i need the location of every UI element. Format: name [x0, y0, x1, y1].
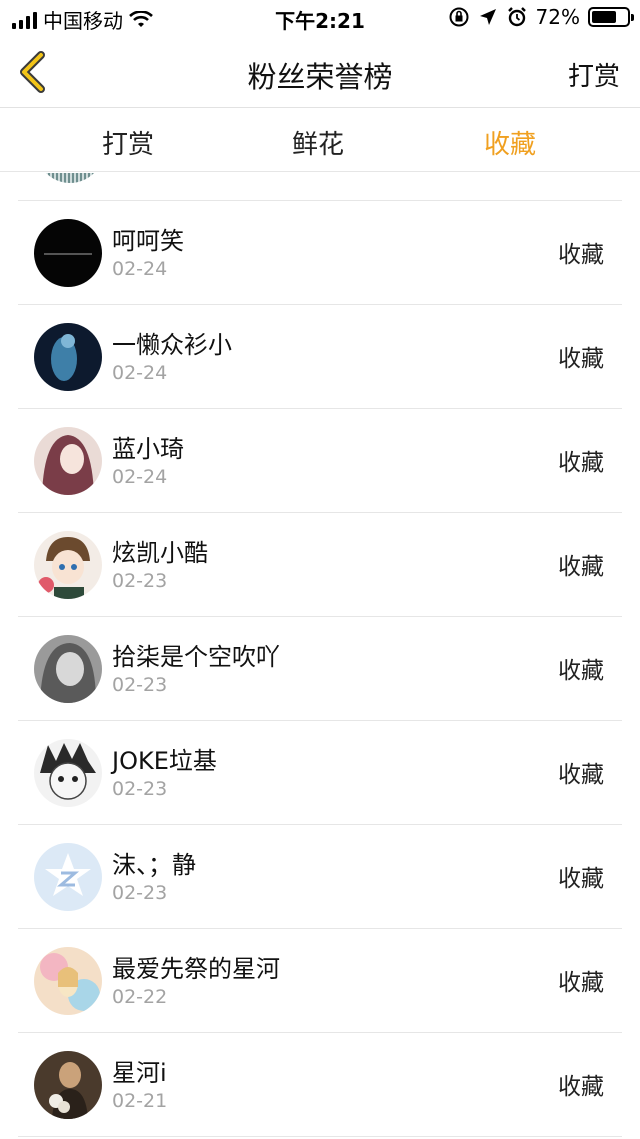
tab-bar: 打赏 鲜花 收藏 — [0, 108, 640, 172]
avatar — [36, 173, 104, 183]
action-label: 收藏 — [558, 242, 604, 268]
list-item[interactable]: 一懒众衫小 02-24 收藏 — [18, 305, 622, 409]
date-label: 02-24 — [112, 362, 168, 384]
user-name: 蓝小琦 — [112, 435, 184, 463]
rotation-lock-icon — [449, 7, 469, 27]
action-label: 收藏 — [558, 866, 604, 892]
list-item[interactable]: 沫、；静 02-23 收藏 — [18, 825, 622, 929]
list-item[interactable]: 星河i 02-21 收藏 — [18, 1033, 622, 1137]
battery-percent: 72% — [535, 5, 580, 29]
fan-list: 呵呵笑 02-24 收藏 一懒众衫小 02-24 收藏 蓝小琦 02-24 收藏… — [0, 173, 640, 1139]
status-right: 72% — [448, 5, 634, 29]
list-item[interactable]: 呵呵笑 02-24 收藏 — [18, 201, 622, 305]
tip-button[interactable]: 打赏 — [568, 56, 620, 93]
avatar — [34, 843, 102, 911]
status-bar: 中国移动 下午2:21 72% — [0, 0, 640, 36]
tab-flowers[interactable]: 鲜花 — [258, 124, 378, 161]
user-name: 一懒众衫小 — [112, 331, 232, 359]
battery-fill — [592, 11, 617, 23]
list-item[interactable]: JOKE垃基 02-23 收藏 — [18, 721, 622, 825]
avatar — [34, 739, 102, 807]
action-label: 收藏 — [558, 1074, 604, 1100]
location-icon — [479, 9, 496, 25]
user-name: 沫、；静 — [112, 851, 196, 879]
date-label: 02-23 — [112, 674, 168, 696]
tab-favorites[interactable]: 收藏 — [450, 124, 570, 161]
action-label: 收藏 — [558, 450, 604, 476]
date-label: 02-23 — [112, 882, 168, 904]
action-label: 收藏 — [558, 346, 604, 372]
tab-tip[interactable]: 打赏 — [68, 124, 188, 161]
user-name: 星河i — [112, 1059, 167, 1087]
page-title: 粉丝荣誉榜 — [247, 60, 393, 94]
battery-icon — [588, 7, 634, 27]
avatar — [34, 635, 102, 703]
date-label: 02-22 — [112, 986, 168, 1008]
avatar — [34, 219, 102, 287]
date-label: 02-23 — [112, 778, 168, 800]
user-name: JOKE垃基 — [112, 747, 217, 775]
date-label: 02-24 — [112, 466, 168, 488]
avatar — [34, 427, 102, 495]
avatar — [34, 947, 102, 1015]
action-label: 收藏 — [558, 762, 604, 788]
alarm-icon — [507, 7, 526, 27]
user-name: 拾柒是个空吹吖 — [112, 643, 280, 671]
user-name: 呵呵笑 — [112, 227, 184, 255]
action-label: 收藏 — [558, 658, 604, 684]
list-item[interactable]: 最爱先祭的星河 02-22 收藏 — [18, 929, 622, 1033]
user-name: 炫凯小酷 — [112, 539, 208, 567]
avatar — [34, 1051, 102, 1119]
date-label: 02-21 — [112, 1090, 168, 1112]
list-item[interactable]: 蓝小琦 02-24 收藏 — [18, 409, 622, 513]
action-label: 收藏 — [558, 554, 604, 580]
list-item[interactable] — [18, 173, 622, 201]
avatar — [34, 323, 102, 391]
date-label: 02-24 — [112, 258, 168, 280]
list-item[interactable]: 拾柒是个空吹吖 02-23 收藏 — [18, 617, 622, 721]
list-item[interactable]: 炫凯小酷 02-23 收藏 — [18, 513, 622, 617]
action-label: 收藏 — [558, 970, 604, 996]
avatar — [34, 531, 102, 599]
date-label: 02-23 — [112, 570, 168, 592]
navigation-bar: 粉丝荣誉榜 打赏 — [0, 36, 640, 108]
user-name: 最爱先祭的星河 — [112, 955, 280, 983]
